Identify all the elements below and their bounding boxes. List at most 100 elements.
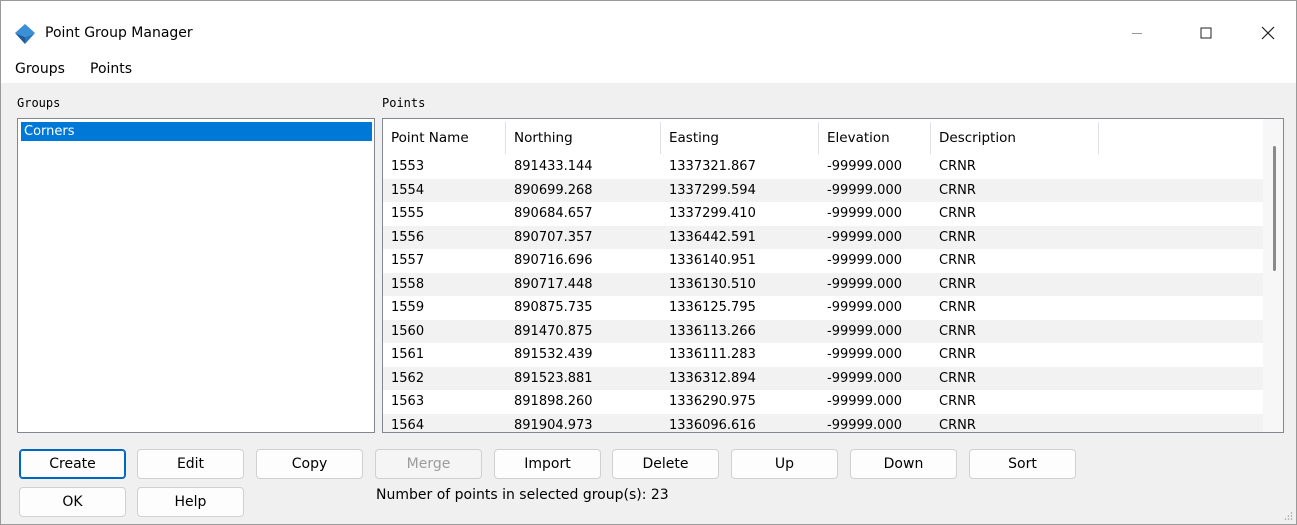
table-row[interactable]: 1564 891904.973 1336096.616 -99999.000 CRNR: [383, 413, 1263, 433]
table-cell: 1554: [391, 182, 425, 198]
maximize-button[interactable]: [1183, 13, 1229, 53]
column-header-easting[interactable]: Easting: [661, 122, 819, 154]
copy-button[interactable]: Copy: [256, 449, 363, 479]
table-cell: -99999.000: [827, 159, 902, 174]
table-cell: 1560: [391, 323, 425, 339]
maximize-icon: [1200, 27, 1212, 39]
point-group-manager-window: Point Group Manager Groups Points Groups…: [0, 0, 1297, 525]
table-cell: CRNR: [939, 300, 976, 315]
table-cell: -99999.000: [827, 253, 902, 268]
table-cell: -99999.000: [827, 182, 902, 198]
table-cell: 1336442.591: [669, 229, 756, 245]
table-row[interactable]: 1557 890716.696 1336140.951 -99999.000 CRNR: [383, 249, 1263, 273]
table-cell: 1562: [391, 370, 425, 386]
table-row[interactable]: 1559 890875.735 1336125.795 -99999.000 CRNR: [383, 296, 1263, 320]
scrollbar-thumb[interactable]: [1273, 146, 1276, 271]
sort-button[interactable]: Sort: [969, 449, 1076, 479]
table-cell: -99999.000: [827, 394, 902, 409]
table-cell: -99999.000: [827, 206, 902, 221]
down-button[interactable]: Down: [850, 449, 957, 479]
table-cell: CRNR: [939, 370, 976, 386]
table-cell: CRNR: [939, 347, 976, 362]
table-cell: 1556: [391, 229, 425, 245]
menu-bar: Groups Points: [1, 57, 1296, 83]
table-row[interactable]: 1562 891523.881 1336312.894 -99999.000 CRNR: [383, 366, 1263, 390]
table-row[interactable]: 1553 891433.144 1337321.867 -99999.000 CRNR: [383, 155, 1263, 179]
close-icon: [1261, 26, 1275, 40]
table-row[interactable]: 1560 891470.875 1336113.266 -99999.000 CRNR: [383, 319, 1263, 343]
table-cell: 891523.881: [514, 370, 593, 386]
table-cell: 1563: [391, 394, 425, 409]
table-cell: 1555: [391, 206, 425, 221]
table-row[interactable]: 1556 890707.357 1336442.591 -99999.000 CRNR: [383, 225, 1263, 249]
table-row[interactable]: 1563 891898.260 1336290.975 -99999.000 CRNR: [383, 390, 1263, 414]
table-cell: 1337299.410: [669, 206, 756, 221]
table-cell: -99999.000: [827, 300, 902, 315]
table-cell: 1336312.894: [669, 370, 756, 386]
table-cell: 890875.735: [514, 300, 593, 315]
table-cell: CRNR: [939, 417, 976, 433]
column-header-elevation[interactable]: Elevation: [819, 122, 931, 154]
table-cell: 891470.875: [514, 323, 593, 339]
table-cell: 890717.448: [514, 276, 593, 292]
table-row[interactable]: 1555 890684.657 1337299.410 -99999.000 CRNR: [383, 202, 1263, 226]
ok-button[interactable]: OK: [19, 487, 126, 517]
group-item-corners[interactable]: Corners: [21, 122, 372, 141]
table-cell: CRNR: [939, 206, 976, 221]
close-button[interactable]: [1245, 13, 1291, 53]
table-cell: 1336111.283: [669, 347, 756, 362]
table-cell: CRNR: [939, 253, 976, 268]
table-cell: 1561: [391, 347, 425, 362]
column-header-point-name[interactable]: Point Name: [383, 122, 506, 154]
table-cell: 1564: [391, 417, 425, 433]
table-cell: 891898.260: [514, 394, 593, 409]
points-table[interactable]: Point Name Northing Easting Elevation De…: [382, 118, 1284, 433]
table-cell: 1336130.510: [669, 276, 756, 292]
table-cell: 1553: [391, 159, 425, 174]
table-cell: 1336140.951: [669, 253, 756, 268]
points-table-body: 1553 891433.144 1337321.867 -99999.000 CRNR 1…: [383, 155, 1263, 432]
title-bar[interactable]: Point Group Manager: [1, 1, 1296, 57]
table-row[interactable]: 1558 890717.448 1336130.510 -99999.000 CRNR: [383, 272, 1263, 296]
table-cell: CRNR: [939, 182, 976, 198]
table-cell: 1559: [391, 300, 425, 315]
table-cell: 891433.144: [514, 159, 593, 174]
resize-grip-icon[interactable]: [1283, 511, 1293, 521]
column-header-northing[interactable]: Northing: [506, 122, 661, 154]
minimize-icon: [1132, 33, 1142, 34]
table-cell: 891532.439: [514, 347, 593, 362]
table-cell: 1336290.975: [669, 394, 756, 409]
table-cell: 891904.973: [514, 417, 593, 433]
table-row[interactable]: 1554 890699.268 1337299.594 -99999.000 CRNR: [383, 178, 1263, 202]
table-cell: CRNR: [939, 394, 976, 409]
import-button[interactable]: Import: [494, 449, 601, 479]
up-button[interactable]: Up: [731, 449, 838, 479]
points-section-label: Points: [382, 96, 426, 110]
table-cell: 1558: [391, 276, 425, 292]
app-logo-icon: [15, 24, 35, 44]
merge-button: Merge: [375, 449, 482, 479]
table-cell: -99999.000: [827, 347, 902, 362]
edit-button[interactable]: Edit: [137, 449, 244, 479]
column-header-description[interactable]: Description: [931, 122, 1099, 154]
menu-points[interactable]: Points: [90, 61, 132, 77]
create-button[interactable]: Create: [19, 449, 126, 479]
minimize-button[interactable]: [1114, 13, 1160, 53]
table-row[interactable]: 1561 891532.439 1336111.283 -99999.000 CRNR: [383, 343, 1263, 367]
table-cell: CRNR: [939, 276, 976, 292]
menu-groups[interactable]: Groups: [15, 61, 65, 77]
help-button[interactable]: Help: [137, 487, 244, 517]
point-count-status: Number of points in selected group(s): 2…: [376, 487, 669, 503]
table-cell: CRNR: [939, 159, 976, 174]
table-cell: 890707.357: [514, 229, 593, 245]
table-cell: 890699.268: [514, 182, 593, 198]
table-cell: -99999.000: [827, 276, 902, 292]
table-cell: 1337299.594: [669, 182, 756, 198]
table-cell: CRNR: [939, 323, 976, 339]
table-cell: -99999.000: [827, 417, 902, 433]
groups-list[interactable]: Corners: [17, 118, 375, 433]
delete-button[interactable]: Delete: [612, 449, 719, 479]
table-cell: 1336125.795: [669, 300, 756, 315]
table-cell: 890716.696: [514, 253, 593, 268]
table-cell: -99999.000: [827, 370, 902, 386]
